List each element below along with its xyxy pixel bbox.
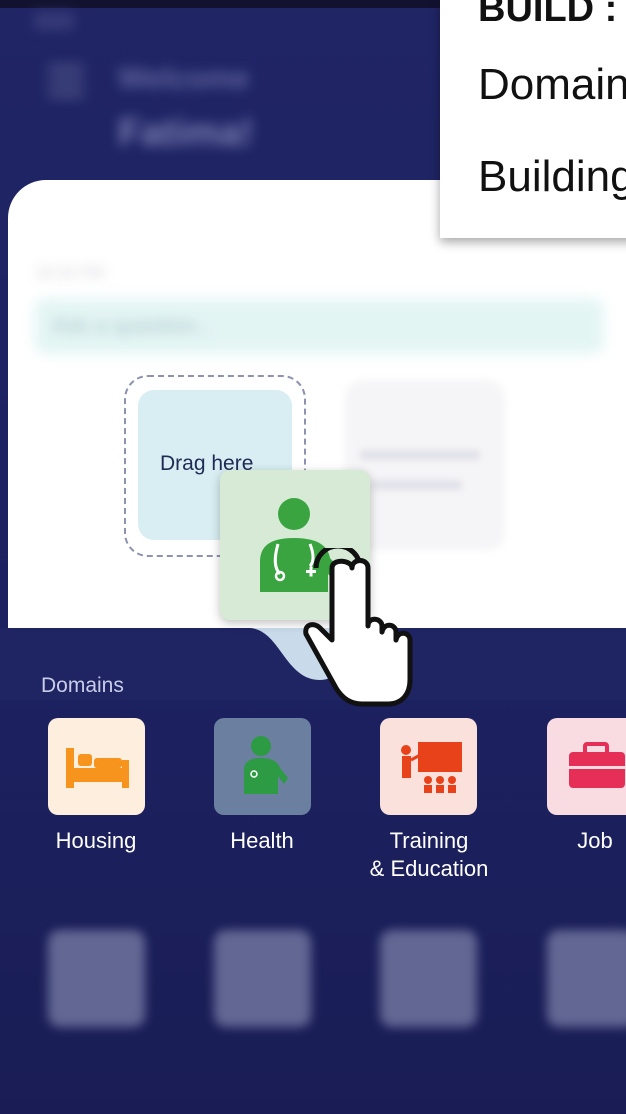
service-label: [198, 1040, 328, 1058]
domain-label-training: Training & Education: [344, 827, 514, 883]
domain-label-housing: Housing: [55, 828, 137, 853]
app-screen: Welcome Fatima! 03:32 PM Ask a question.…: [0, 0, 626, 1114]
service-tile[interactable]: [214, 930, 311, 1027]
bed-icon: [66, 748, 129, 788]
overlay-line-2: Building: [478, 152, 626, 201]
domain-tile-training[interactable]: [380, 718, 477, 815]
overlay-line-1: Domain: [478, 60, 626, 109]
menu-icon[interactable]: [48, 65, 84, 99]
domain-label-job: Job: [577, 828, 613, 853]
domain-label-training-line1: Training: [389, 828, 469, 853]
hint-line: [372, 480, 462, 490]
service-label: [32, 1040, 162, 1058]
domain-tile-health[interactable]: [214, 718, 311, 815]
domains-label: Domains: [41, 674, 124, 697]
domain-tile-job[interactable]: [547, 718, 626, 815]
service-label: [530, 1040, 626, 1058]
service-tile[interactable]: [547, 930, 626, 1027]
services-label: [40, 892, 132, 910]
briefcase-icon: [569, 742, 625, 788]
doctor-icon: [244, 736, 288, 794]
welcome-text: Welcome: [118, 62, 250, 95]
username-text: Fatima!: [118, 112, 254, 154]
ask-question-input[interactable]: Ask a question...: [34, 298, 604, 354]
domain-label-health: Health: [230, 828, 294, 853]
service-label: [364, 1040, 494, 1058]
domain-tile-housing[interactable]: [48, 718, 145, 815]
domain-label-training-line2: & Education: [369, 856, 489, 881]
classroom-icon: [401, 742, 462, 793]
overlay-title: BUILD :: [478, 0, 618, 30]
service-tile[interactable]: [48, 930, 145, 1027]
pointer-hand-icon: [303, 548, 413, 707]
chat-timestamp: 03:32 PM: [36, 265, 105, 282]
service-tile[interactable]: [380, 930, 477, 1027]
slide-overlay: BUILD : Domain Building: [440, 0, 626, 238]
hint-line: [360, 450, 480, 460]
status-time: [34, 12, 74, 30]
